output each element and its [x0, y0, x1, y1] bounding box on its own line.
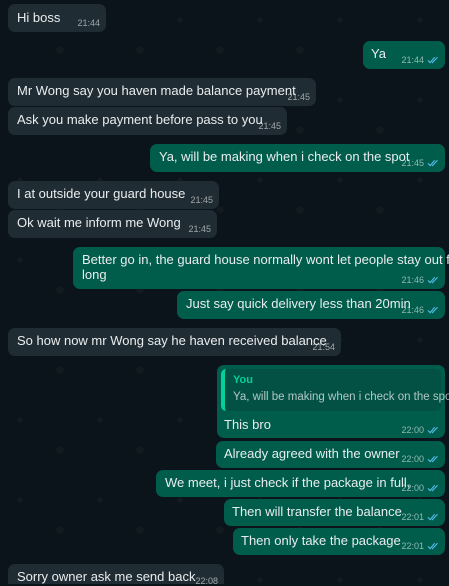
message-text: We meet, i just check if the package in … [165, 475, 411, 490]
message-text: Ya, will be making when i check on the s… [159, 149, 410, 164]
message-meta: 21:46 [401, 275, 440, 285]
outgoing-reply-message[interactable]: You Ya, will be making when i check on t… [217, 365, 449, 438]
outgoing-message[interactable]: Better go in, the guard house normally w… [73, 247, 449, 289]
read-ticks-icon [427, 306, 438, 314]
outgoing-message[interactable]: Then only take the package 22:01 [233, 528, 445, 555]
read-ticks-icon [427, 56, 438, 64]
read-ticks-icon [427, 542, 438, 550]
message-time: 21:54 [312, 342, 335, 352]
read-ticks-icon [427, 513, 438, 521]
message-text: This bro [224, 417, 271, 432]
read-ticks-icon [427, 426, 438, 434]
message-text: Then will transfer the balance [232, 504, 402, 519]
message-time: 21:45 [401, 158, 424, 168]
message-meta: 21:46 [401, 305, 440, 315]
incoming-message[interactable]: So how now mr Wong say he haven received… [8, 328, 341, 356]
message-time: 21:45 [258, 121, 281, 131]
outgoing-message[interactable]: Just say quick delivery less than 20min … [177, 291, 445, 319]
message-time: 21:46 [401, 305, 424, 315]
message-text: Already agreed with the owner [224, 446, 400, 461]
outgoing-message[interactable]: Ya, will be making when i check on the s… [150, 144, 445, 172]
message-meta: 21:45 [401, 158, 440, 168]
message-text: Hi boss [17, 10, 61, 25]
outgoing-message[interactable]: Then will transfer the balance 22:01 [224, 499, 445, 526]
message-time: 21:46 [401, 275, 424, 285]
message-text: Mr Wong say you haven made balance payme… [17, 83, 296, 98]
message-text: Sorry owner ask me send back [17, 569, 196, 584]
read-ticks-icon [427, 276, 438, 284]
message-time: 22:01 [401, 512, 424, 522]
message-text: Just say quick delivery less than 20min [186, 296, 411, 311]
message-text: Ask you make payment before pass to you [17, 112, 263, 127]
incoming-message[interactable]: Ok wait me inform me Wong 21:45 [8, 210, 217, 238]
message-text: Then only take the package [241, 533, 401, 548]
read-ticks-icon [427, 455, 438, 463]
quoted-message[interactable]: You Ya, will be making when i check on t… [221, 369, 449, 411]
read-ticks-icon [427, 159, 438, 167]
incoming-message[interactable]: Ask you make payment before pass to you … [8, 107, 287, 135]
quoted-text: Ya, will be making when i check on the s… [233, 391, 449, 403]
message-text: I at outside your guard house [17, 186, 186, 201]
message-time: 21:44 [77, 18, 100, 28]
message-time: 21:45 [287, 92, 310, 102]
message-time: 22:08 [195, 576, 218, 586]
message-time: 21:45 [190, 195, 213, 205]
quoted-author: You [233, 374, 253, 386]
message-time: 22:00 [401, 454, 424, 464]
message-meta: 22:00 [401, 454, 440, 464]
message-text: Ya [371, 46, 386, 61]
message-text: Ok wait me inform me Wong [17, 215, 181, 230]
message-meta: 22:00 [401, 425, 440, 435]
message-text-continued: long [82, 267, 107, 282]
message-time: 22:01 [401, 541, 424, 551]
message-text: Better go in, the guard house normally w… [82, 252, 449, 267]
message-time: 22:00 [401, 425, 424, 435]
incoming-message[interactable]: I at outside your guard house 21:45 [8, 181, 219, 209]
message-meta: 22:01 [401, 541, 440, 551]
message-meta: 22:00 [401, 483, 440, 493]
message-time: 21:45 [188, 224, 211, 234]
outgoing-message[interactable]: We meet, i just check if the package in … [156, 470, 445, 497]
message-text: So how now mr Wong say he haven received… [17, 333, 327, 348]
message-time: 22:00 [401, 483, 424, 493]
outgoing-message[interactable]: Already agreed with the owner 22:00 [216, 441, 445, 468]
incoming-message[interactable]: Mr Wong say you haven made balance payme… [8, 78, 316, 106]
message-time: 21:44 [401, 55, 424, 65]
message-meta: 22:01 [401, 512, 440, 522]
outgoing-message[interactable]: Ya 21:44 [363, 41, 445, 69]
message-meta: 21:44 [401, 55, 440, 65]
incoming-message[interactable]: Hi boss 21:44 [8, 4, 106, 32]
read-ticks-icon [427, 484, 438, 492]
incoming-message[interactable]: Sorry owner ask me send back 22:08 [8, 564, 224, 586]
